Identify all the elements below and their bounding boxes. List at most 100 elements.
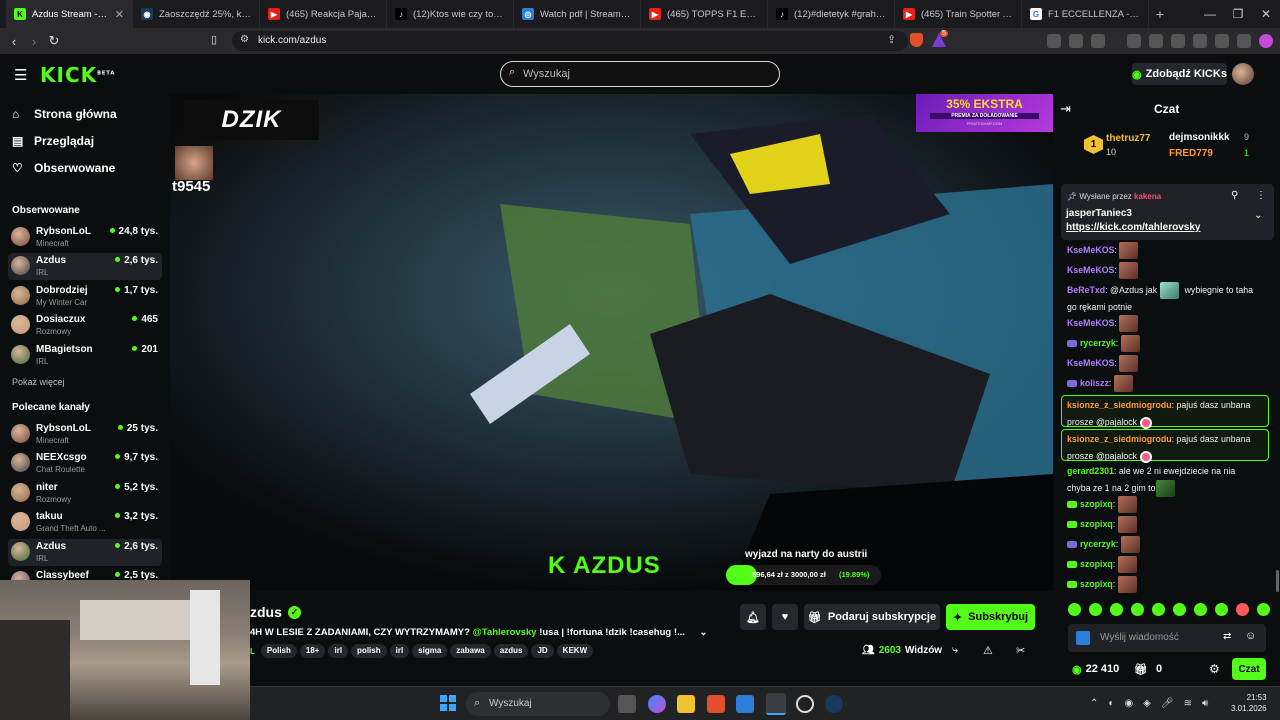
stream-tag[interactable]: sigma <box>412 644 448 658</box>
browser-tab[interactable]: ▶ (465) Train Spotter Almost <box>895 0 1022 28</box>
browser-tab[interactable]: ♪ (12)#dietetyk #grahamka <box>768 0 895 28</box>
chat-message[interactable]: ksionze_z_siedmiogrodu: pajuś dasz unban… <box>1067 431 1263 465</box>
stream-tag[interactable]: Polish <box>260 644 297 658</box>
chat-username[interactable]: szopixq <box>1080 579 1113 589</box>
browser-tab[interactable]: ▶ (465) TOPPS F1 ECCELLENZ <box>641 0 768 28</box>
chat-username[interactable]: BeReTxd <box>1067 285 1105 295</box>
extension-icon[interactable] <box>1047 34 1061 48</box>
gift-sub-button[interactable]: 🎁︎ Podaruj subskrypcje <box>804 604 940 630</box>
chevron-down-icon[interactable]: ⌄ <box>700 627 708 638</box>
quick-emote-icon[interactable] <box>1194 603 1207 616</box>
chat-username[interactable]: szopixq <box>1080 519 1113 529</box>
chat-username[interactable]: KseMeKOS <box>1067 265 1114 275</box>
user-avatar[interactable] <box>1232 63 1254 85</box>
subscribe-button[interactable]: ✦ Subskrybuj <box>946 604 1035 630</box>
pinned-link[interactable]: https://kick.com/tahlerovsky <box>1066 222 1201 233</box>
screenshot-icon[interactable] <box>1091 34 1105 48</box>
browser-tab[interactable]: ♪ (12)Ktos wie czy to prawda <box>387 0 514 28</box>
chat-message[interactable]: KseMeKOS: <box>1067 262 1263 280</box>
kicks-balance[interactable]: ◉ 22 410 <box>1072 663 1119 676</box>
stream-tag[interactable]: azdus <box>493 644 529 658</box>
brave-shield-icon[interactable] <box>910 33 923 47</box>
chat-username[interactable]: KseMeKOS <box>1067 358 1114 368</box>
chat-message[interactable]: szopixq: <box>1067 516 1263 534</box>
minimize-icon[interactable]: — <box>1196 7 1224 21</box>
pinned-message[interactable]: 📌︎ Wysłane przez kakena ⚲ ⋮ jasperTaniec… <box>1061 184 1274 240</box>
start-icon[interactable] <box>440 695 456 711</box>
copilot-icon[interactable] <box>648 695 666 713</box>
streamer-name[interactable]: zdus ✓ <box>250 604 301 620</box>
chat-send-button[interactable]: Czat <box>1232 658 1266 680</box>
bookmark-icon[interactable]: ▯ <box>211 33 217 46</box>
quick-emote-icon[interactable] <box>1152 603 1165 616</box>
file-explorer-icon[interactable] <box>677 695 695 713</box>
chat-message[interactable]: ksionze_z_siedmiogrodu: pajuś dasz unban… <box>1067 397 1263 431</box>
quick-emote-icon[interactable] <box>1257 603 1270 616</box>
pin-icon[interactable]: ⚲ <box>1231 190 1238 201</box>
sidebar-channel[interactable]: Classybeef 2,5 tys. <box>8 568 162 580</box>
chat-username[interactable]: KseMeKOS <box>1067 318 1114 328</box>
new-tab-button[interactable]: + <box>1149 6 1171 22</box>
chevron-up-icon[interactable]: ⌃ <box>1090 698 1098 709</box>
sidebar-icon[interactable] <box>1171 34 1185 48</box>
stream-tag[interactable]: 18+ <box>299 644 326 658</box>
browser-tab[interactable]: ▶ (465) Reakcja Pajalocka na <box>260 0 387 28</box>
stream-tag[interactable]: JD <box>531 644 554 658</box>
chat-settings-icon[interactable]: ⚙ <box>1209 662 1220 676</box>
app-icon[interactable] <box>796 695 814 713</box>
quick-emote-icon[interactable] <box>1110 603 1123 616</box>
chat-username[interactable]: rycerzyk <box>1080 338 1116 348</box>
chevron-down-icon[interactable]: ⌄ <box>1254 210 1262 221</box>
chat-message[interactable]: szopixq: <box>1067 556 1263 574</box>
chat-message[interactable]: szopixq: <box>1067 576 1263 594</box>
follow-button[interactable]: ♥ <box>772 604 798 630</box>
microphone-icon[interactable]: 🎤︎ <box>1161 698 1174 709</box>
site-info-icon[interactable]: ⚙ <box>240 34 249 45</box>
chat-message[interactable]: KseMeKOS: <box>1067 242 1263 260</box>
category-link[interactable]: L <box>250 647 255 656</box>
close-icon[interactable]: ✕ <box>1252 7 1280 21</box>
store-icon[interactable] <box>736 695 754 713</box>
chat-message[interactable]: szopixq: <box>1067 496 1263 514</box>
vpn-icon[interactable] <box>1237 34 1251 48</box>
maximize-icon[interactable]: ❐ <box>1224 7 1252 21</box>
stream-title-mention[interactable]: @Tahlerovsky <box>473 627 537 638</box>
address-bar[interactable] <box>232 31 908 51</box>
network-icon[interactable]: ◈ <box>1143 698 1151 709</box>
stream-tag[interactable]: irl <box>389 644 410 658</box>
chat-username[interactable]: szopixq <box>1080 499 1113 509</box>
chat-message[interactable]: gerard2301: ale we 2 ni ewejdziecie na n… <box>1067 463 1263 498</box>
browser-tab[interactable]: ◎ Watch pdf | Streamable <box>514 0 641 28</box>
quick-emote-icon[interactable] <box>1236 603 1249 616</box>
chat-message[interactable]: BeReTxd: @Azdus jak wybiegnie to taha go… <box>1067 282 1263 316</box>
chat-username[interactable]: KseMeKOS <box>1067 245 1114 255</box>
steam-icon[interactable] <box>825 695 843 713</box>
chat-message[interactable]: KseMeKOS: <box>1067 355 1263 373</box>
bookmarks-icon[interactable] <box>1149 34 1163 48</box>
gifts-balance[interactable]: 🎁︎ 0 <box>1134 663 1162 676</box>
collapse-chat-icon[interactable]: ⇥ <box>1060 101 1071 117</box>
chat-scrollbar[interactable] <box>1276 570 1279 592</box>
chat-message[interactable]: KseMeKOS: <box>1067 315 1263 333</box>
wallet-icon[interactable] <box>1193 34 1207 48</box>
wifi-icon[interactable]: ≋ <box>1184 698 1192 709</box>
report-icon[interactable]: ⚠ <box>983 644 993 657</box>
quick-emote-icon[interactable] <box>1089 603 1102 616</box>
leo-icon[interactable] <box>1215 34 1229 48</box>
chat-username[interactable]: rycerzyk <box>1080 539 1116 549</box>
stream-tag[interactable]: irl <box>328 644 349 658</box>
volume-icon[interactable]: 🔊︎ <box>1202 698 1208 709</box>
download-icon[interactable] <box>1127 34 1141 48</box>
tray-app-icon[interactable]: ◉ <box>1124 698 1133 709</box>
chat-username[interactable]: szopixq <box>1080 559 1113 569</box>
chat-message[interactable]: rycerzyk: <box>1067 335 1263 353</box>
share-icon[interactable]: ⇪ <box>887 33 896 46</box>
quick-emote-icon[interactable] <box>1173 603 1186 616</box>
video-player[interactable]: DZIK t9545 35% EKSTRA PREMIA ZA DOŁADOWA… <box>170 94 1053 591</box>
brave-icon[interactable] <box>707 695 725 713</box>
translate-icon[interactable]: ⇄ <box>1223 631 1231 642</box>
chat-username[interactable]: gerard2301 <box>1067 466 1114 476</box>
clip-icon[interactable]: ✂ <box>1016 644 1025 657</box>
puzzle-icon[interactable] <box>1069 34 1083 48</box>
profile-icon[interactable] <box>1259 34 1273 48</box>
